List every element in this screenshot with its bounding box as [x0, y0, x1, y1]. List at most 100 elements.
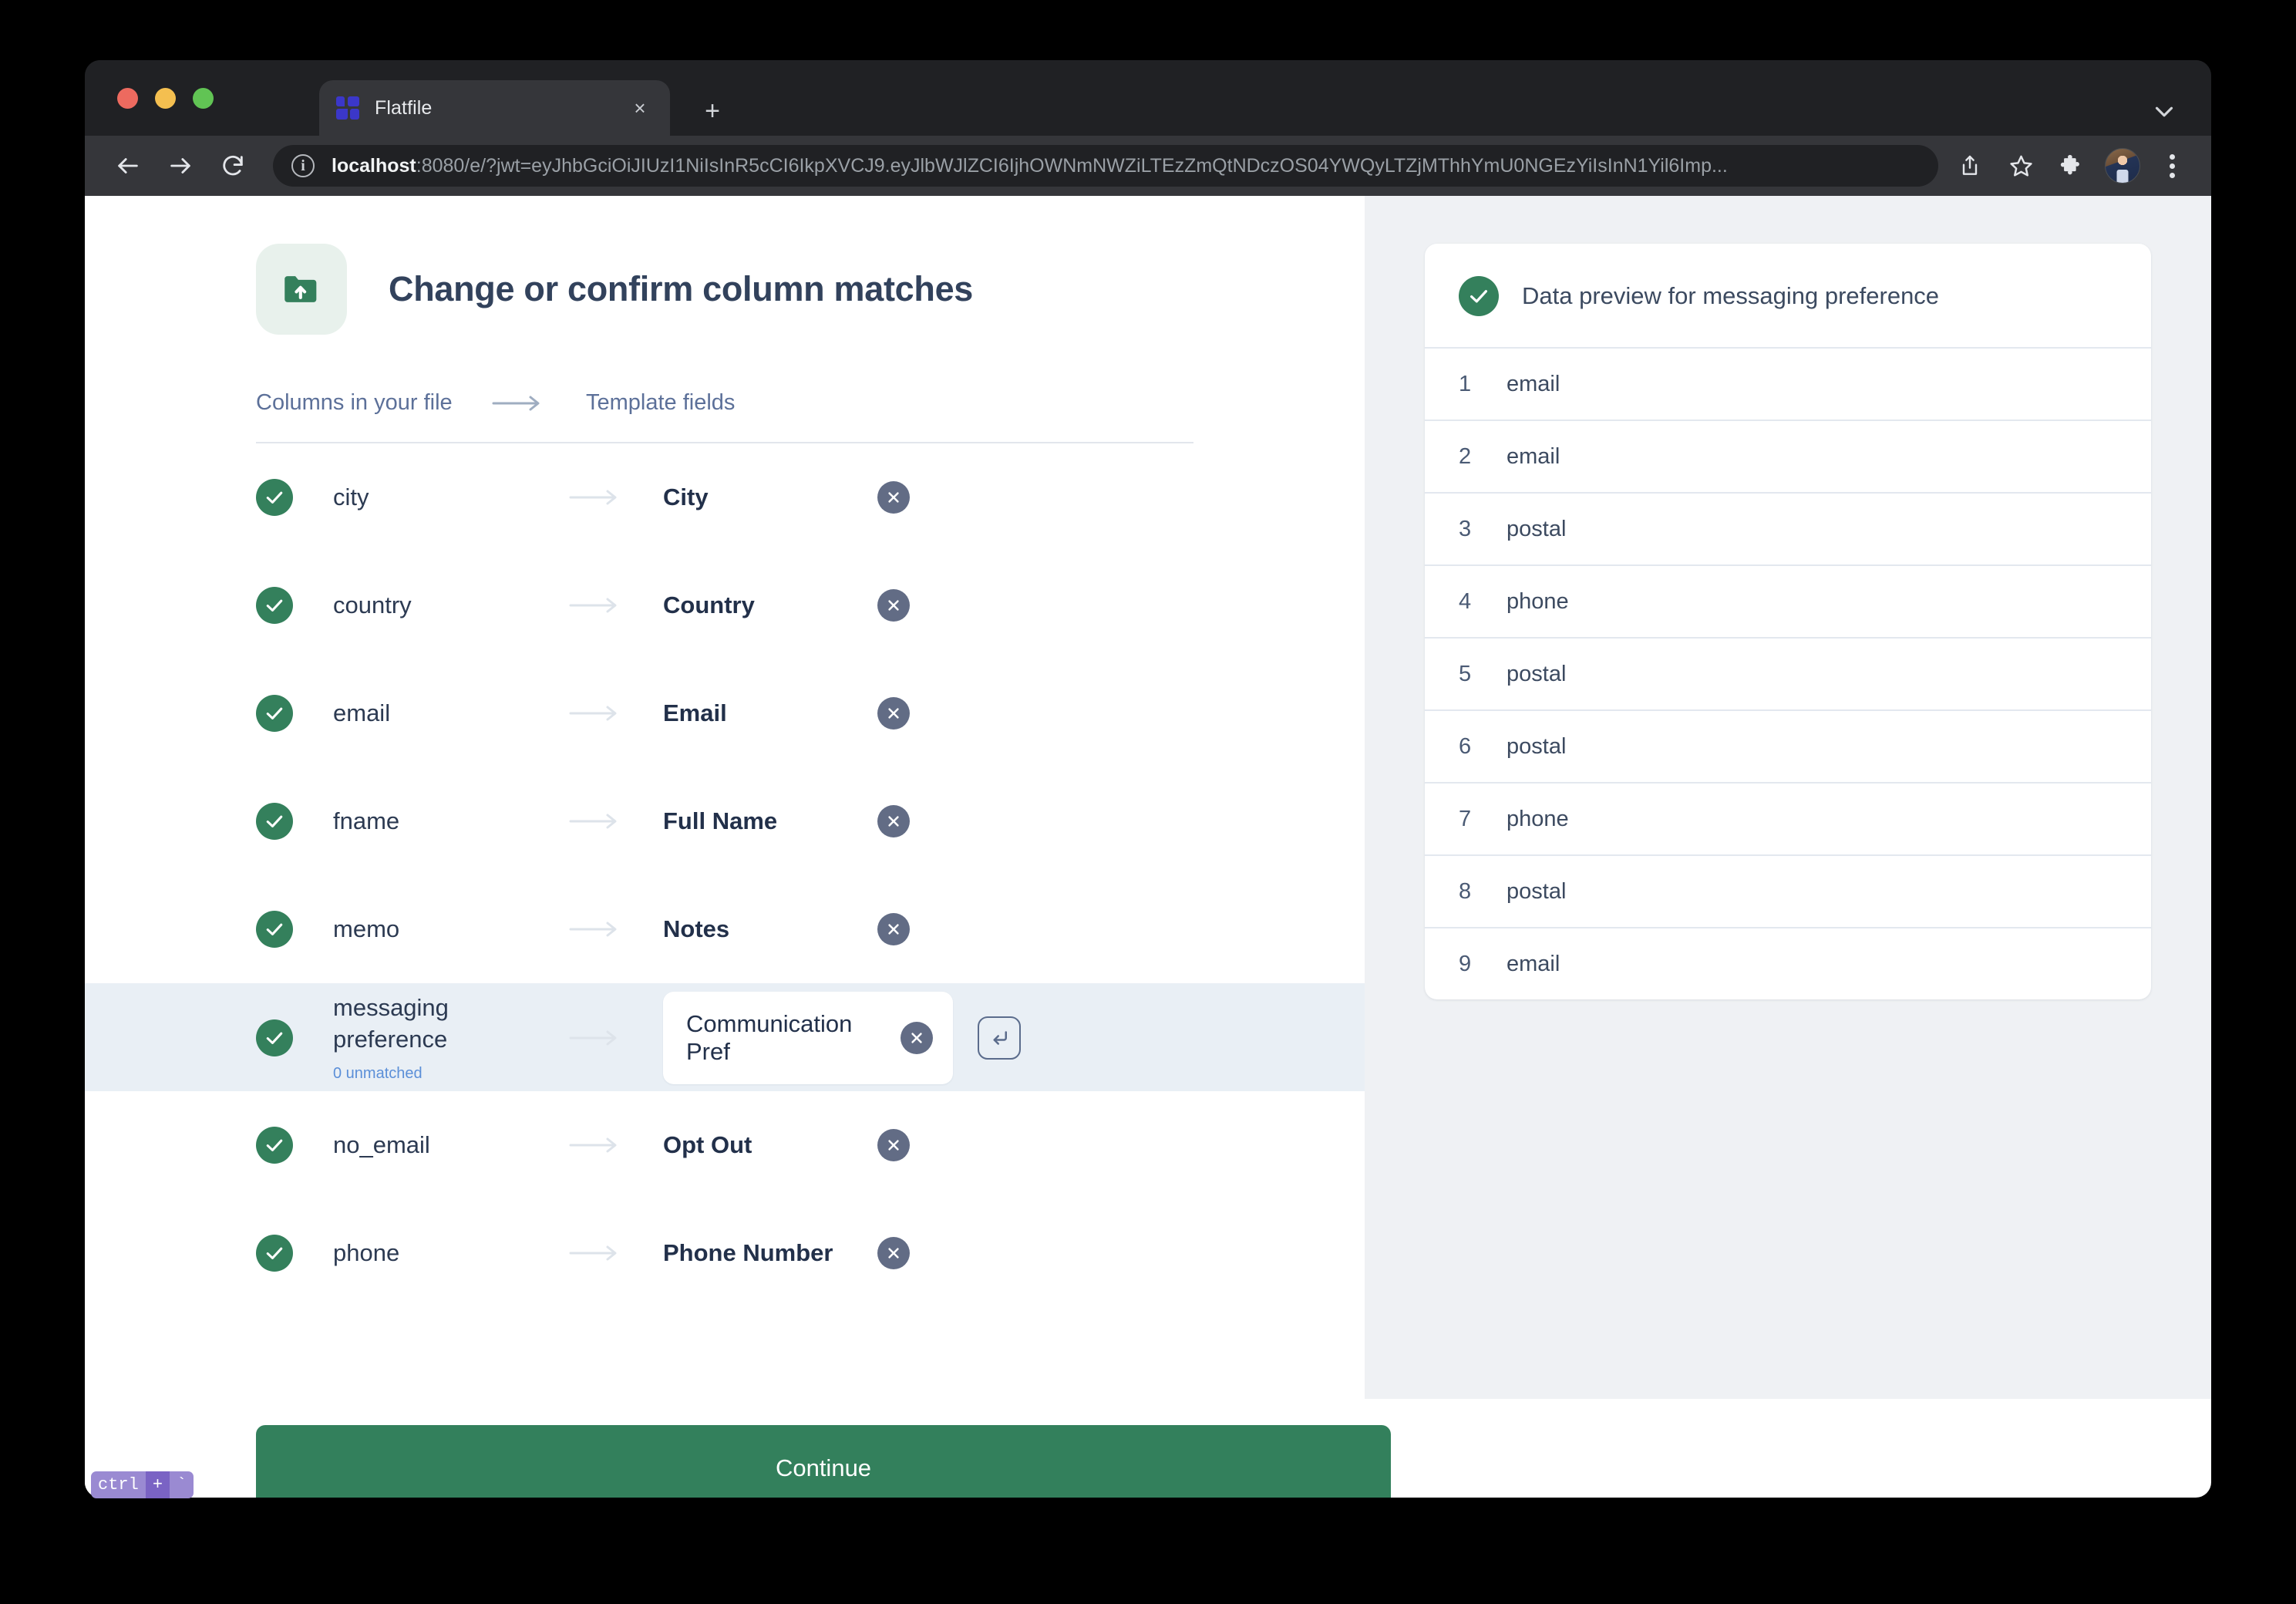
browser-toolbar: i localhost:8080/e/?jwt=eyJhbGciOiJIUzI1… [85, 136, 2211, 196]
mapping-arrow-icon [569, 487, 663, 507]
minimize-window-button[interactable] [155, 88, 176, 109]
tab-strip: Flatfile × + [85, 60, 2211, 136]
row-value: postal [1507, 662, 1566, 687]
mapping-arrow-icon [569, 811, 663, 831]
matched-check-icon [256, 803, 293, 840]
list-item: 3 postal [1425, 492, 2151, 564]
browser-window: Flatfile × + i localhost:8080/e/?jwt=eyJ… [85, 60, 2211, 1498]
kebab-menu-icon[interactable] [2153, 147, 2191, 185]
table-row[interactable]: country Country [85, 551, 1365, 659]
mapping-arrow-icon [569, 1243, 663, 1263]
table-row[interactable]: no_email Opt Out [85, 1091, 1365, 1199]
row-value: postal [1507, 517, 1566, 542]
reload-icon[interactable] [214, 147, 251, 184]
table-row[interactable]: email Email [85, 659, 1365, 767]
table-row[interactable]: memo Notes [85, 875, 1365, 983]
row-number: 9 [1459, 952, 1507, 977]
source-column-name: country [333, 590, 569, 622]
data-preview-card: Data preview for messaging preference 1 … [1425, 244, 2151, 999]
page-content: Change or confirm column matches Columns… [85, 196, 2211, 1399]
back-arrow-icon[interactable] [109, 147, 146, 184]
target-field-name: Full Name [663, 807, 877, 835]
forward-arrow-icon[interactable] [162, 147, 199, 184]
browser-tab[interactable]: Flatfile × [319, 80, 670, 136]
keyboard-shortcut-badge: ctrl + ` [91, 1471, 194, 1498]
table-row[interactable]: phone Phone Number [85, 1199, 1365, 1307]
clear-mapping-icon[interactable] [877, 697, 910, 730]
source-column-name: fname [333, 806, 569, 837]
table-row[interactable]: fname Full Name [85, 767, 1365, 875]
source-column-name: phone [333, 1238, 569, 1269]
matched-check-icon [256, 1127, 293, 1164]
clear-mapping-icon[interactable] [877, 805, 910, 837]
new-tab-button[interactable]: + [698, 97, 727, 126]
shortcut-key-ctrl: ctrl [91, 1471, 146, 1498]
maximize-window-button[interactable] [193, 88, 214, 109]
row-number: 2 [1459, 444, 1507, 470]
list-item: 7 phone [1425, 782, 2151, 854]
matched-check-icon [256, 587, 293, 624]
row-number: 6 [1459, 734, 1507, 760]
flatfile-logo-icon [336, 96, 359, 120]
target-field-name: Communication Pref [686, 1010, 901, 1066]
chevron-down-icon[interactable] [2150, 97, 2179, 126]
page-title: Change or confirm column matches [389, 269, 973, 309]
row-number: 4 [1459, 589, 1507, 615]
source-column-name: memo [333, 914, 569, 945]
address-bar[interactable]: i localhost:8080/e/?jwt=eyJhbGciOiJIUzI1… [273, 145, 1938, 187]
share-icon[interactable] [1951, 147, 1989, 185]
puzzle-icon[interactable] [2052, 147, 2091, 185]
folder-upload-icon [256, 244, 347, 335]
source-column-name-group: messaging preference 0 unmatched [333, 992, 569, 1083]
list-item: 6 postal [1425, 709, 2151, 782]
shortcut-key-tilde: ` [170, 1471, 194, 1498]
target-field-group: Country [663, 589, 910, 622]
target-field-name: Notes [663, 915, 877, 943]
clear-mapping-icon[interactable] [877, 1129, 910, 1161]
matched-check-icon [256, 1235, 293, 1272]
target-field-name: City [663, 484, 877, 511]
toolbar-icon-group [1938, 147, 2211, 185]
target-field-group: Opt Out [663, 1129, 910, 1161]
star-icon[interactable] [2001, 147, 2040, 185]
target-field-group: Email [663, 697, 910, 730]
site-info-icon[interactable]: i [291, 154, 315, 177]
enter-key-icon[interactable] [978, 1016, 1021, 1060]
avatar[interactable] [2105, 148, 2140, 184]
row-number: 3 [1459, 517, 1507, 542]
data-preview-pane: Data preview for messaging preference 1 … [1365, 196, 2211, 1399]
close-tab-icon[interactable]: × [627, 95, 653, 121]
clear-mapping-icon[interactable] [901, 1022, 933, 1054]
clear-mapping-icon[interactable] [877, 913, 910, 945]
window-controls [117, 88, 214, 109]
row-value: phone [1507, 589, 1569, 615]
continue-button[interactable]: Continue [256, 1425, 1391, 1498]
clear-mapping-icon[interactable] [877, 481, 910, 514]
mapping-arrow-icon [569, 703, 663, 723]
table-row-selected[interactable]: messaging preference 0 unmatched Communi… [85, 983, 1365, 1091]
row-number: 5 [1459, 662, 1507, 687]
mapping-arrow-icon [569, 1135, 663, 1155]
target-field-name: Phone Number [663, 1239, 877, 1267]
list-item: 5 postal [1425, 637, 2151, 709]
matched-check-icon [256, 911, 293, 948]
row-number: 7 [1459, 807, 1507, 832]
clear-mapping-icon[interactable] [877, 1237, 910, 1269]
row-number: 1 [1459, 372, 1507, 397]
table-row[interactable]: city City [85, 443, 1365, 551]
matched-check-icon [256, 1019, 293, 1056]
mapping-row-list: city City [85, 443, 1365, 1307]
list-item: 4 phone [1425, 564, 2151, 637]
source-column-header: Columns in your file [256, 390, 492, 416]
close-window-button[interactable] [117, 88, 138, 109]
source-column-name: messaging preference [333, 992, 569, 1056]
target-field-group: Phone Number [663, 1237, 910, 1269]
target-field-select[interactable]: Communication Pref [663, 992, 953, 1084]
column-headers: Columns in your file Template fields [85, 390, 1365, 416]
mapping-arrow-icon [492, 393, 586, 413]
row-value: email [1507, 372, 1560, 397]
target-field-group: Notes [663, 913, 910, 945]
target-field-name: Opt Out [663, 1131, 877, 1159]
clear-mapping-icon[interactable] [877, 589, 910, 622]
unmatched-count[interactable]: 0 unmatched [333, 1063, 569, 1083]
